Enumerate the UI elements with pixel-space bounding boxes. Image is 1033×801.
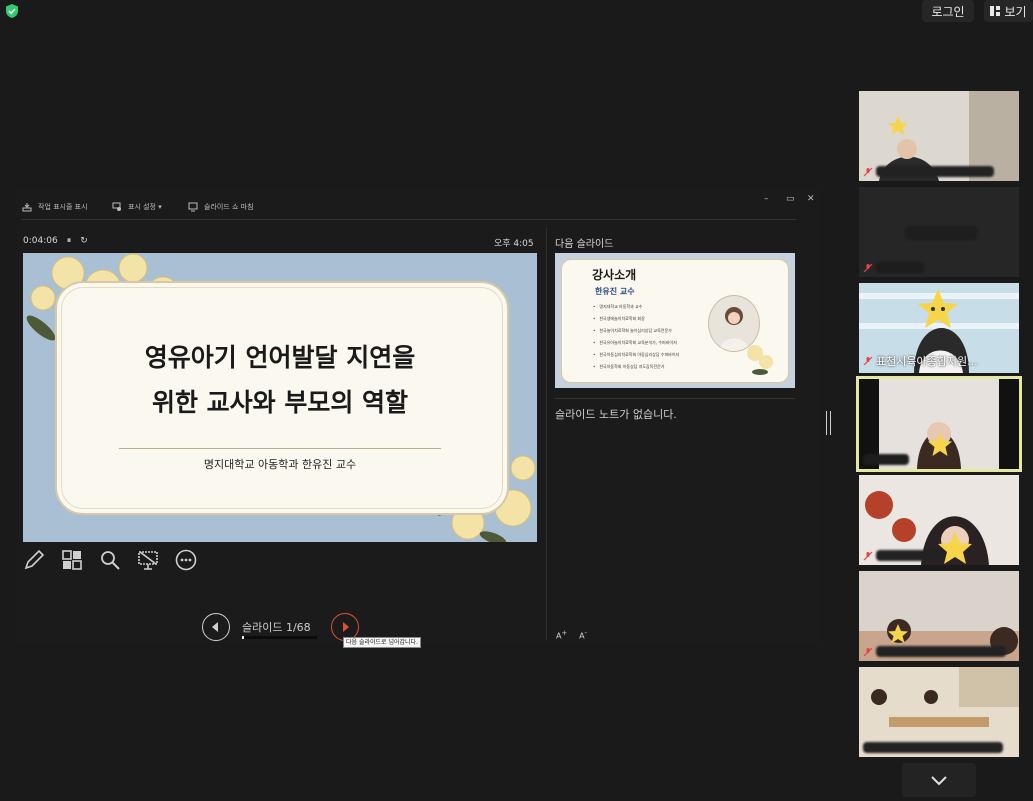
clock: 오후 4:05	[494, 239, 534, 249]
slide-progress-track	[242, 636, 317, 639]
slide-progress-fill	[242, 636, 244, 639]
speaker-notes: 슬라이드 노트가 없습니다.	[555, 408, 677, 421]
decrease-font-button[interactable]: A-	[579, 629, 587, 641]
flower-decoration	[747, 345, 773, 375]
participant-name: 표천시육아종합지원...	[863, 353, 978, 369]
show-taskbar-button[interactable]: 작업 표시줄 표시	[22, 202, 88, 212]
view-button[interactable]: 보기	[984, 0, 1033, 22]
next-slide-tooltip: 다음 슬라이드로 넘어갑니다.	[343, 637, 421, 648]
restore-button[interactable]: ▭	[786, 194, 795, 204]
zoom-icon[interactable]	[98, 548, 122, 572]
participant-name	[863, 454, 909, 465]
scroll-down-button[interactable]	[902, 763, 976, 797]
next-slide-bullets: 명지대학교 아동학과 교수 한국생애놀이치료학회 회장 한국놀이치료학회 놀이심…	[593, 301, 679, 373]
minimize-button[interactable]: –	[764, 194, 769, 204]
next-slide-speaker: 한유진 교수	[595, 287, 635, 296]
title-divider	[119, 448, 441, 449]
face-cover-star-icon	[928, 433, 952, 456]
participant-tile[interactable]	[859, 571, 1019, 661]
participant-tile[interactable]	[859, 91, 1019, 181]
notes-divider	[555, 398, 795, 399]
bullet: 한국아동학회 아동상담 지도감독전문가	[593, 361, 679, 373]
chevron-down-icon	[931, 776, 947, 786]
more-options-icon[interactable]	[174, 548, 198, 572]
bullet: 한국생애놀이치료학회 회장	[593, 313, 679, 325]
participant-name	[863, 262, 924, 273]
next-slide-title: 강사소개	[592, 268, 637, 282]
display-settings-label: 표시 설정 ▾	[128, 203, 162, 211]
current-slide[interactable]: 영유아기 언어발달 지연을 위한 교사와 부모의 역할 명지대학교 아동학과 한…	[23, 253, 537, 542]
mic-muted-icon	[863, 263, 873, 272]
bullet: 명지대학교 아동학과 교수	[593, 301, 679, 313]
bullet: 한국놀이치료학회 놀이심리상담 교육전문가	[593, 325, 679, 337]
view-label: 보기	[1004, 4, 1027, 19]
face-cover-star-icon	[888, 624, 908, 643]
timer-group: 0:04:06 ⏸ ↻	[23, 236, 88, 246]
mic-muted-icon	[863, 647, 873, 656]
elapsed-timer: 0:04:06	[23, 236, 58, 246]
login-button[interactable]: 로그인	[922, 0, 974, 22]
end-slideshow-label: 슬라이드 쇼 마침	[204, 203, 254, 211]
security-shield-icon[interactable]	[4, 3, 20, 19]
increase-font-button[interactable]: A+	[556, 629, 567, 641]
display-settings-icon	[112, 202, 121, 211]
previous-slide-button[interactable]	[202, 613, 230, 641]
bullet: 한국아동심리치료학회 아동심리상담 수퍼바이저	[593, 349, 679, 361]
mic-muted-icon	[863, 167, 873, 176]
next-slide-label: 다음 슬라이드	[555, 239, 614, 250]
slide-title-line2: 위한 교사와 부모의 역할	[151, 388, 409, 417]
participant-name	[863, 742, 1003, 753]
participant-name	[863, 646, 1006, 657]
font-size-controls: A+ A-	[556, 629, 587, 641]
grid-view-icon	[990, 6, 1001, 16]
participant-name	[863, 166, 994, 177]
face-cover-star-icon	[888, 116, 908, 135]
taskbar-icon	[22, 203, 32, 212]
face-cover-star-icon	[918, 289, 958, 328]
participant-tile[interactable]	[859, 187, 1019, 277]
participant-name	[863, 550, 944, 561]
slide-subtitle: 명지대학교 아동학과 한유진 교수	[203, 458, 357, 471]
toolbar-divider	[22, 219, 796, 220]
close-button[interactable]: ✕	[807, 194, 815, 204]
next-slide-preview[interactable]: 강사소개 한유진 교수 명지대학교 아동학과 교수 한국생애놀이치료학회 회장 …	[555, 253, 795, 388]
slide-title-line1: 영유아기 언어발달 지연을	[144, 343, 416, 372]
presenter-view: 작업 표시줄 표시 표시 설정 ▾ 슬라이드 쇼 마침 – ▭ ✕ 0:04:0…	[16, 188, 831, 648]
pause-icon[interactable]: ⏸	[67, 236, 72, 246]
slide-tools	[22, 548, 198, 572]
participant-tile[interactable]	[859, 475, 1019, 565]
display-settings-button[interactable]: 표시 설정 ▾	[112, 202, 162, 212]
end-slideshow-icon	[188, 202, 198, 212]
black-screen-icon[interactable]	[136, 548, 160, 572]
slide-counter[interactable]: 슬라이드 1/68	[242, 619, 311, 635]
pane-divider	[546, 228, 547, 640]
chevron-left-icon	[212, 622, 218, 632]
panel-resize-handle[interactable]	[826, 411, 831, 435]
participant-tile[interactable]: 표천시육아종합지원...	[859, 283, 1019, 373]
participant-tile[interactable]	[859, 667, 1019, 757]
restart-timer-icon[interactable]: ↻	[80, 236, 88, 246]
participant-tile-active-speaker[interactable]	[856, 376, 1022, 472]
mic-muted-icon	[863, 551, 873, 560]
bullet: 한국유아놀이치료학회 교육분석가, 수퍼바이저	[593, 337, 679, 349]
end-slideshow-button[interactable]: 슬라이드 쇼 마침	[188, 202, 254, 212]
mic-muted-icon	[863, 356, 873, 366]
see-all-slides-icon[interactable]	[60, 548, 84, 572]
pen-icon[interactable]	[22, 548, 46, 572]
show-taskbar-label: 작업 표시줄 표시	[38, 203, 88, 211]
